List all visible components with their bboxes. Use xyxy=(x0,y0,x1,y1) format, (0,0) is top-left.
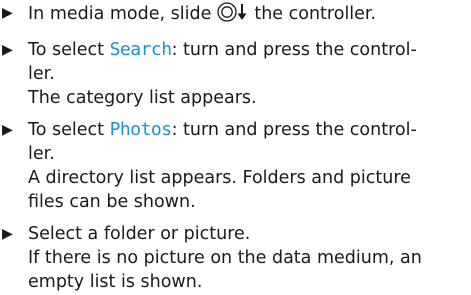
step-4-line-3: empty list is shown. xyxy=(28,272,203,292)
step-3-text: To select Photos: turn and press the con… xyxy=(28,118,467,214)
step-4-text: Select a folder or picture. If there is … xyxy=(28,222,467,294)
step-2-text: To select Search: turn and press the con… xyxy=(28,38,467,110)
step-3-prefix: To select xyxy=(28,120,104,140)
step-1: ▶ In media mode, slide the controller. xyxy=(2,1,467,30)
step-1-before: In media mode, slide xyxy=(28,4,212,24)
step-bullet-icon: ▶ xyxy=(2,122,13,138)
step-3-suffix-2: ler. xyxy=(28,144,55,164)
step-3-result-2: files can be shown. xyxy=(28,192,196,212)
step-bullet-icon: ▶ xyxy=(2,42,13,58)
step-4: ▶ Select a folder or picture. If there i… xyxy=(2,222,467,294)
step-3-suffix-1: : turn and press the control- xyxy=(171,120,417,140)
menu-item-search: Search xyxy=(109,39,173,60)
controller-slide-down-icon xyxy=(216,1,252,30)
step-2-prefix: To select xyxy=(28,40,104,60)
step-1-text: In media mode, slide the controller. xyxy=(28,1,467,30)
instruction-page: ▶ In media mode, slide the controller. ▶ … xyxy=(0,0,471,295)
step-2-suffix-1: : turn and press the control- xyxy=(171,40,417,60)
step-3: ▶ To select Photos: turn and press the c… xyxy=(2,118,467,214)
step-2-result: The category list appears. xyxy=(28,88,257,108)
step-1-after: the controller. xyxy=(254,4,377,24)
step-4-line-1: Select a folder or picture. xyxy=(28,224,251,244)
menu-item-photos: Photos xyxy=(109,119,173,140)
step-4-line-2: If there is no picture on the data mediu… xyxy=(28,248,422,268)
step-2-suffix-2: ler. xyxy=(28,64,55,84)
step-bullet-icon: ▶ xyxy=(2,5,13,21)
step-bullet-icon: ▶ xyxy=(2,226,13,242)
step-2: ▶ To select Search: turn and press the c… xyxy=(2,38,467,110)
step-3-result-1: A directory list appears. Folders and pi… xyxy=(28,168,411,188)
